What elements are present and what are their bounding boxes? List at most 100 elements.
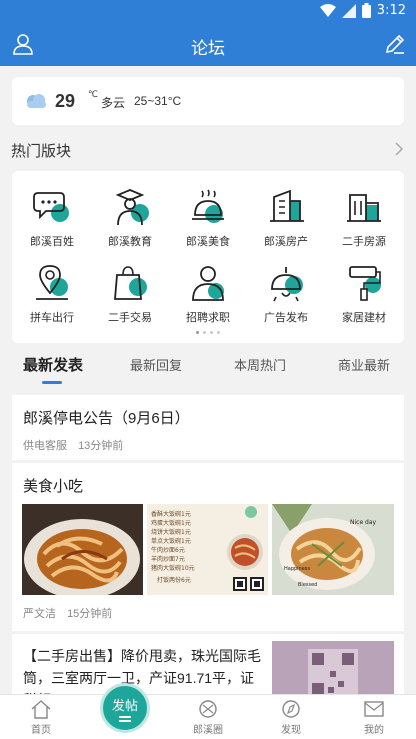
menu-line: 鸡蛋大饭碗1元 <box>151 519 191 527</box>
board-label: 郎溪百姓 <box>30 236 74 248</box>
food-cloche-icon <box>192 189 224 223</box>
board-label: 招聘求职 <box>186 312 230 324</box>
tab-business-latest[interactable]: 商业最新 <box>338 355 390 374</box>
nav-discover[interactable]: 发现 <box>261 699 321 736</box>
post-time: 15分钟前 <box>67 608 113 620</box>
post-title: 郎溪停电公告（9月6日） <box>23 410 190 427</box>
map-pin-icon <box>36 265 68 300</box>
post-title: 美食小吃 <box>23 478 84 495</box>
weather-range: 25~31°C <box>134 94 182 108</box>
post-image[interactable] <box>22 504 143 595</box>
new-post-button[interactable]: 发帖 <box>100 683 150 733</box>
menu-line: 单点大饭碗1元 <box>151 537 191 545</box>
board-item[interactable]: 广告发布 <box>247 263 325 339</box>
nav-label: 我的 <box>364 725 384 736</box>
photo-caption: Nice day <box>350 519 377 526</box>
weather-temperature: 29 <box>55 91 76 111</box>
board-label: 郎溪房产 <box>264 236 308 248</box>
nav-circle[interactable]: 郎溪圈 <box>178 699 238 736</box>
home-icon <box>31 700 51 719</box>
post-image[interactable] <box>272 641 394 694</box>
post-meta: 供电客服 13分钟前 <box>23 437 131 453</box>
board-item[interactable]: 招聘求职 <box>169 263 247 339</box>
board-label: 拼车出行 <box>30 312 74 324</box>
post-card[interactable]: 【二手房出售】降价甩卖，珠光国际毛筒，三室两厅一卫，产证91.71平，证税领..… <box>12 634 404 694</box>
photo-caption: Happiness <box>284 566 310 572</box>
noodles-photo <box>22 504 143 595</box>
nav-label: 发现 <box>281 725 301 736</box>
board-item[interactable]: 郎溪百姓 <box>13 187 91 263</box>
weather-card[interactable]: 29 ℃ 多云 25~31°C <box>12 77 404 125</box>
chat-bubbles-icon <box>33 192 69 222</box>
signal-icon <box>341 3 356 18</box>
edit-icon[interactable] <box>384 33 406 55</box>
noodle-bowl-photo: Nice day Happiness Blessed <box>272 504 394 595</box>
tab-latest-replies[interactable]: 最新回复 <box>130 355 182 374</box>
page-title: 论坛 <box>191 39 225 58</box>
board-item[interactable]: 二手交易 <box>91 263 169 339</box>
weather-unit: ℃ <box>88 89 99 99</box>
post-title: 【二手房出售】降价甩卖，珠光国际毛筒，三室两厅一卫，产证91.71平，证税领..… <box>23 648 261 694</box>
board-item[interactable]: 郎溪教育 <box>91 187 169 263</box>
menu-lines-icon <box>119 720 131 722</box>
post-meta: 严文洁 15分钟前 <box>23 605 120 621</box>
tab-weekly-hot[interactable]: 本周热门 <box>234 355 286 374</box>
post-author: 供电客服 <box>23 440 67 452</box>
board-item[interactable]: 拼车出行 <box>13 263 91 339</box>
board-label: 家居建材 <box>342 312 386 324</box>
board-item[interactable]: 郎溪美食 <box>169 187 247 263</box>
nav-label: 首页 <box>31 725 51 736</box>
battery-icon <box>361 3 371 18</box>
menu-photo: 香酥大饭碗1元 鸡蛋大饭碗1元 烧饼大饭碗1元 单点大饭碗1元 牛肉炒面6元 羊… <box>147 504 268 595</box>
page-indicator <box>196 331 220 334</box>
post-tabs: 最新发表 最新回复 本周热门 商业最新 <box>0 343 416 387</box>
board-label: 二手交易 <box>108 312 152 324</box>
active-tab-indicator <box>42 381 62 384</box>
menu-lines-icon <box>119 716 131 718</box>
menu-line: 牛肉炒面6元 <box>151 546 185 554</box>
board-label: 广告发布 <box>264 312 308 324</box>
board-label: 郎溪美食 <box>186 236 230 248</box>
cloud-icon <box>27 94 46 108</box>
bottom-nav: 首页 郎溪圈 发现 我的 <box>0 694 416 739</box>
post-author: 严文洁 <box>23 608 56 620</box>
wifi-icon <box>319 3 336 17</box>
app-bar: 论坛 <box>0 24 416 66</box>
building-icon <box>270 189 304 222</box>
megaphone-icon <box>271 267 303 302</box>
tab-latest-posts[interactable]: 最新发表 <box>23 354 83 375</box>
nav-mine[interactable]: 我的 <box>344 699 404 736</box>
chevron-right-icon[interactable] <box>394 142 404 156</box>
menu-line: 打饭两份6元 <box>157 576 191 584</box>
shopping-bag-icon <box>114 266 147 300</box>
menu-line: 香酥大饭碗1元 <box>151 510 191 518</box>
hot-boards-grid: 郎溪百姓 郎溪教育 郎溪美食 郎溪房产 二手房源 拼车出行 二手交易 招聘求职 … <box>12 171 404 343</box>
board-item[interactable]: 家居建材 <box>325 263 403 339</box>
weather-condition: 多云 <box>101 96 126 110</box>
board-item[interactable]: 二手房源 <box>325 187 403 263</box>
hot-boards-title: 热门版块 <box>11 143 72 160</box>
house-icon <box>347 194 381 222</box>
photo-caption: Blessed <box>298 582 317 588</box>
menu-line: 猪肉大饭碗10元 <box>151 564 195 572</box>
new-post-label: 发帖 <box>111 698 138 713</box>
circle-icon <box>199 700 217 718</box>
nav-home[interactable]: 首页 <box>11 699 71 736</box>
post-image[interactable]: 香酥大饭碗1元 鸡蛋大饭碗1元 烧饼大饭碗1元 单点大饭碗1元 牛肉炒面6元 羊… <box>147 504 268 595</box>
compass-icon <box>282 700 300 718</box>
board-item[interactable]: 郎溪房产 <box>247 187 325 263</box>
qr-code-image <box>272 641 394 694</box>
post-image[interactable]: Nice day Happiness Blessed <box>272 504 394 595</box>
mail-icon <box>364 701 384 717</box>
post-card[interactable]: 郎溪停电公告（9月6日） 供电客服 13分钟前 <box>12 395 404 460</box>
graduate-icon <box>115 189 149 226</box>
board-label: 郎溪教育 <box>108 236 152 248</box>
menu-line: 烧饼大饭碗1元 <box>151 528 191 536</box>
board-label: 二手房源 <box>342 236 386 248</box>
post-card[interactable]: 美食小吃 香酥大饭碗1元 鸡蛋大饭碗1元 烧饼大饭碗1元 单点大饭碗1元 牛肉炒… <box>12 463 404 631</box>
status-bar: 3:12 <box>0 0 416 24</box>
clock-time: 3:12 <box>376 3 406 18</box>
paint-roller-icon <box>349 266 381 301</box>
post-time: 13分钟前 <box>78 440 124 452</box>
nav-label: 郎溪圈 <box>193 725 223 736</box>
